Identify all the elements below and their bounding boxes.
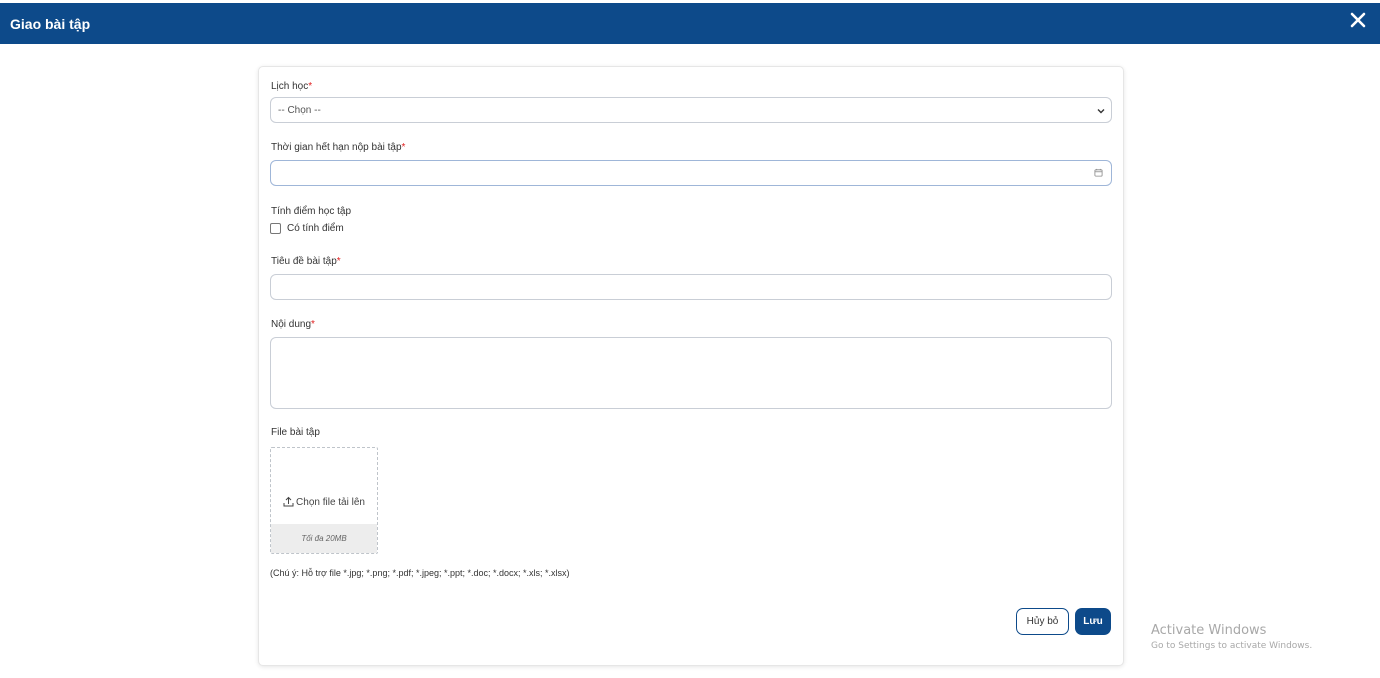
content-textarea[interactable] [270,337,1112,409]
title-input[interactable] [270,274,1112,300]
file-label: File bài tập [271,427,320,438]
grading-checkbox-label[interactable]: Có tính điểm [287,223,344,234]
grading-checkbox-row[interactable]: Có tính điểm [270,223,344,234]
title-label: Tiêu đề bài tập* [271,256,341,267]
watermark-subtitle: Go to Settings to activate Windows. [1151,641,1313,651]
file-type-note: (Chú ý: Hỗ trợ file *.jpg; *.png; *.pdf;… [270,568,570,578]
chevron-down-icon [1097,109,1105,114]
upload-button[interactable]: Chọn file tải lên [271,496,377,508]
assignment-form: Lịch học* -- Chọn -- Thời gian hết hạn n… [258,66,1124,666]
deadline-input[interactable] [270,160,1112,186]
file-upload-dropzone[interactable]: Chọn file tải lên Tối đa 20MB [270,447,378,554]
grading-label: Tính điểm học tập [271,206,352,217]
grading-checkbox[interactable] [270,223,281,234]
required-mark: * [311,319,315,330]
upload-icon [283,496,294,507]
save-button[interactable]: Lưu [1075,608,1111,635]
max-size-hint: Tối đa 20MB [271,524,377,553]
schedule-select[interactable]: -- Chọn -- [270,97,1112,123]
dialog-title: Giao bài tập [10,16,91,32]
calendar-icon[interactable] [1094,168,1103,177]
activation-watermark: Activate Windows Go to Settings to activ… [1151,623,1312,651]
schedule-select-value: -- Chọn -- [278,105,321,116]
required-mark: * [308,81,313,92]
required-mark: * [336,256,341,267]
content-label: Nội dung* [271,319,315,330]
schedule-label: Lịch học* [271,81,313,92]
required-mark: * [401,142,406,153]
close-icon[interactable] [1348,10,1368,30]
watermark-title: Activate Windows [1151,623,1267,638]
dialog-header: Giao bài tập [0,3,1380,44]
cancel-button[interactable]: Hủy bỏ [1016,608,1069,635]
upload-label: Chọn file tải lên [296,497,365,508]
deadline-label: Thời gian hết hạn nộp bài tập* [271,142,406,153]
